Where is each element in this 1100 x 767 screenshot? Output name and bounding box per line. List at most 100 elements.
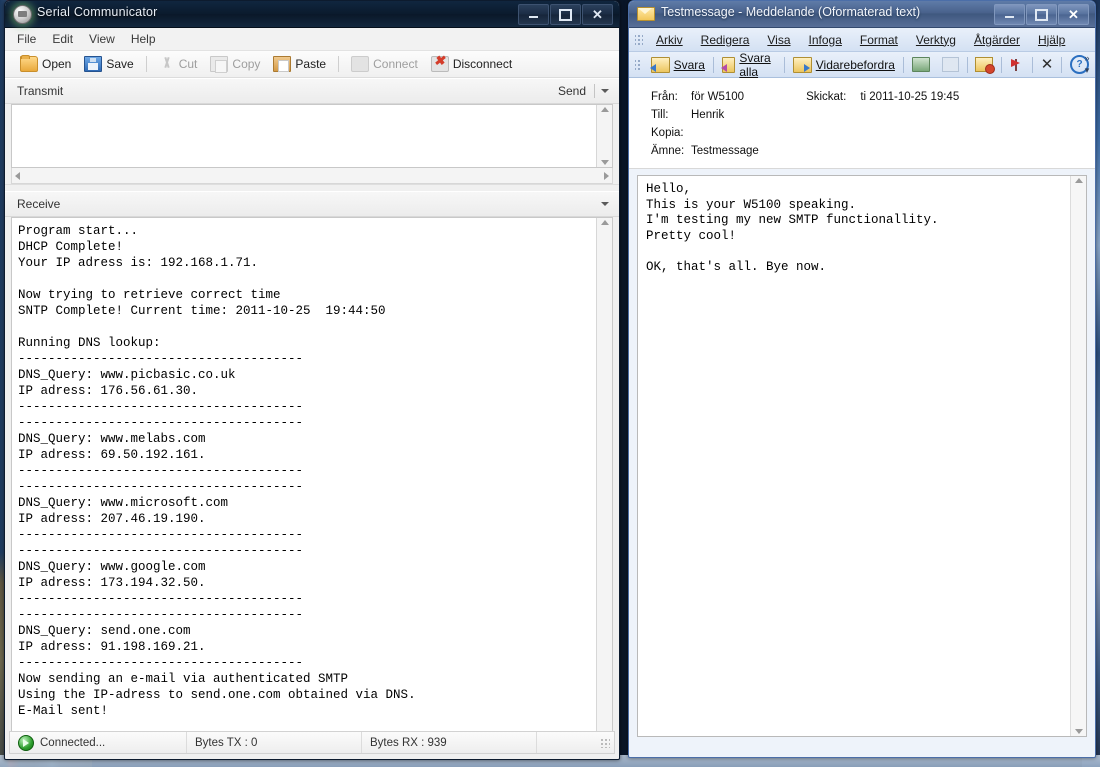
- mail-message-window[interactable]: Testmessage - Meddelande (Oformaterad te…: [628, 0, 1096, 758]
- serial-toolbar[interactable]: Open Save Cut Copy Paste Connect Disconn…: [5, 51, 619, 78]
- flag-button[interactable]: [1004, 58, 1030, 72]
- forward-icon: [793, 57, 812, 73]
- toolbar-separator: [1032, 57, 1033, 73]
- menu-item-view[interactable]: View: [89, 32, 115, 46]
- connection-status-text: Connected...: [40, 737, 105, 749]
- serial-menubar[interactable]: File Edit View Help: [5, 28, 619, 51]
- from-value: för W5100: [691, 88, 744, 106]
- menu-item-visa[interactable]: Visa: [758, 31, 799, 49]
- status-connection: Connected...: [10, 732, 187, 753]
- connect-button[interactable]: Connect: [346, 55, 423, 73]
- chevron-down-icon[interactable]: [601, 202, 609, 206]
- header-divider: [594, 84, 595, 98]
- send-button[interactable]: Send: [558, 84, 594, 98]
- receive-panel-header: Receive: [5, 191, 619, 217]
- delete-mail-icon: [975, 57, 993, 72]
- maximize-button[interactable]: [550, 4, 581, 25]
- minimize-button[interactable]: [518, 4, 549, 25]
- serial-communicator-window[interactable]: Serial Communicator ✕ File Edit View Hel…: [4, 0, 620, 760]
- receive-label: Receive: [17, 197, 601, 211]
- transmit-input[interactable]: [12, 105, 596, 167]
- scroll-up-icon[interactable]: [601, 107, 609, 112]
- sent-value: ti 2011-10-25 19:45: [860, 88, 959, 106]
- disconnect-button[interactable]: Disconnect: [426, 55, 517, 73]
- reply-button[interactable]: Svara: [645, 57, 711, 73]
- scroll-down-icon[interactable]: [601, 160, 609, 165]
- mail-window-controls[interactable]: ✕: [994, 4, 1089, 25]
- scroll-up-icon[interactable]: [1075, 178, 1083, 183]
- receive-area[interactable]: Program start... DHCP Complete! Your IP …: [11, 217, 613, 743]
- save-button[interactable]: Save: [79, 55, 138, 73]
- copy-icon: [942, 57, 959, 72]
- menu-item-help[interactable]: Help: [131, 32, 156, 46]
- mail-body-scrollbar[interactable]: [1070, 176, 1086, 736]
- mail-toolbar[interactable]: Svara Svara alla Vidarebefordra ✕: [629, 52, 1095, 78]
- reply-all-icon: [722, 57, 736, 73]
- scissors-icon: [159, 57, 175, 71]
- menu-item-hjalp[interactable]: Hjälp: [1029, 31, 1074, 49]
- serial-titlebar[interactable]: Serial Communicator ✕: [5, 1, 619, 28]
- receive-vertical-scrollbar[interactable]: [596, 218, 612, 742]
- save-label: Save: [106, 57, 133, 71]
- expand-icon: »: [1084, 53, 1089, 63]
- menu-item-atgarder[interactable]: Åtgärder: [965, 31, 1029, 49]
- toolbar-separator: [967, 57, 968, 73]
- scroll-left-icon[interactable]: [15, 172, 20, 180]
- serial-statusbar: Connected... Bytes TX : 0 Bytes RX : 939: [9, 731, 615, 754]
- open-button[interactable]: Open: [15, 55, 76, 73]
- maximize-button[interactable]: [1026, 4, 1057, 25]
- mail-header-fields: Från: för W5100 Skickat: ti 2011-10-25 1…: [629, 78, 1095, 169]
- disconnect-icon: [431, 56, 449, 72]
- menu-item-format[interactable]: Format: [851, 31, 907, 49]
- transmit-area[interactable]: [11, 104, 613, 184]
- menu-item-edit[interactable]: Edit: [52, 32, 73, 46]
- subject-label: Ämne:: [629, 142, 691, 160]
- copy-button[interactable]: Copy: [205, 55, 265, 73]
- delete-button[interactable]: [969, 57, 999, 72]
- chevron-down-icon[interactable]: [601, 89, 609, 93]
- sent-label: Skickat:: [806, 88, 846, 106]
- close-message-button[interactable]: ✕: [1035, 58, 1060, 72]
- reply-all-button[interactable]: Svara alla: [716, 51, 782, 79]
- menu-item-verktyg[interactable]: Verktyg: [907, 31, 965, 49]
- print-button[interactable]: [906, 57, 936, 72]
- minimize-button[interactable]: [994, 4, 1025, 25]
- transmit-horizontal-scrollbar[interactable]: [11, 168, 613, 184]
- menu-item-file[interactable]: File: [17, 32, 36, 46]
- cc-label: Kopia:: [629, 124, 691, 142]
- serial-window-controls[interactable]: ✕: [518, 4, 613, 25]
- scroll-down-icon[interactable]: [1075, 729, 1083, 734]
- copy-to-folder-button[interactable]: [936, 57, 965, 72]
- panel-divider: [5, 184, 619, 191]
- scroll-right-icon[interactable]: [604, 172, 609, 180]
- menu-item-infoga[interactable]: Infoga: [800, 31, 851, 49]
- forward-button[interactable]: Vidarebefordra: [787, 57, 901, 73]
- toolbar-grip-icon[interactable]: [635, 58, 641, 72]
- menu-grip-icon[interactable]: [635, 33, 643, 47]
- toolbar-overflow-button[interactable]: » ▾: [1081, 54, 1093, 75]
- close-button[interactable]: ✕: [1058, 4, 1089, 25]
- mail-body-area[interactable]: Hello, This is your W5100 speaking. I'm …: [637, 175, 1087, 737]
- toolbar-separator: [784, 57, 785, 73]
- menu-item-redigera[interactable]: Redigera: [692, 31, 759, 49]
- scroll-up-icon[interactable]: [601, 220, 609, 225]
- status-bytes-rx: Bytes RX : 939: [362, 732, 537, 753]
- cut-label: Cut: [179, 57, 198, 71]
- mail-titlebar[interactable]: Testmessage - Meddelande (Oformaterad te…: [629, 1, 1095, 28]
- envelope-icon: [637, 7, 655, 21]
- receive-output-box[interactable]: Program start... DHCP Complete! Your IP …: [11, 217, 613, 743]
- transmit-input-box[interactable]: [11, 104, 613, 168]
- mail-window-title: Testmessage - Meddelande (Oformaterad te…: [661, 5, 920, 19]
- close-button[interactable]: ✕: [582, 4, 613, 25]
- toolbar-separator: [1061, 57, 1062, 73]
- reply-icon: [651, 57, 670, 73]
- paste-button[interactable]: Paste: [268, 55, 331, 73]
- transmit-vertical-scrollbar[interactable]: [596, 105, 612, 167]
- resize-grip-icon[interactable]: [600, 738, 610, 748]
- app-circle-icon: [13, 5, 32, 24]
- from-label: Från:: [629, 88, 691, 106]
- cut-button[interactable]: Cut: [154, 56, 203, 72]
- mail-body-text: Hello, This is your W5100 speaking. I'm …: [638, 176, 1070, 736]
- menu-item-arkiv[interactable]: Arkiv: [647, 31, 692, 49]
- mail-menubar[interactable]: Arkiv Redigera Visa Infoga Format Verkty…: [629, 28, 1095, 52]
